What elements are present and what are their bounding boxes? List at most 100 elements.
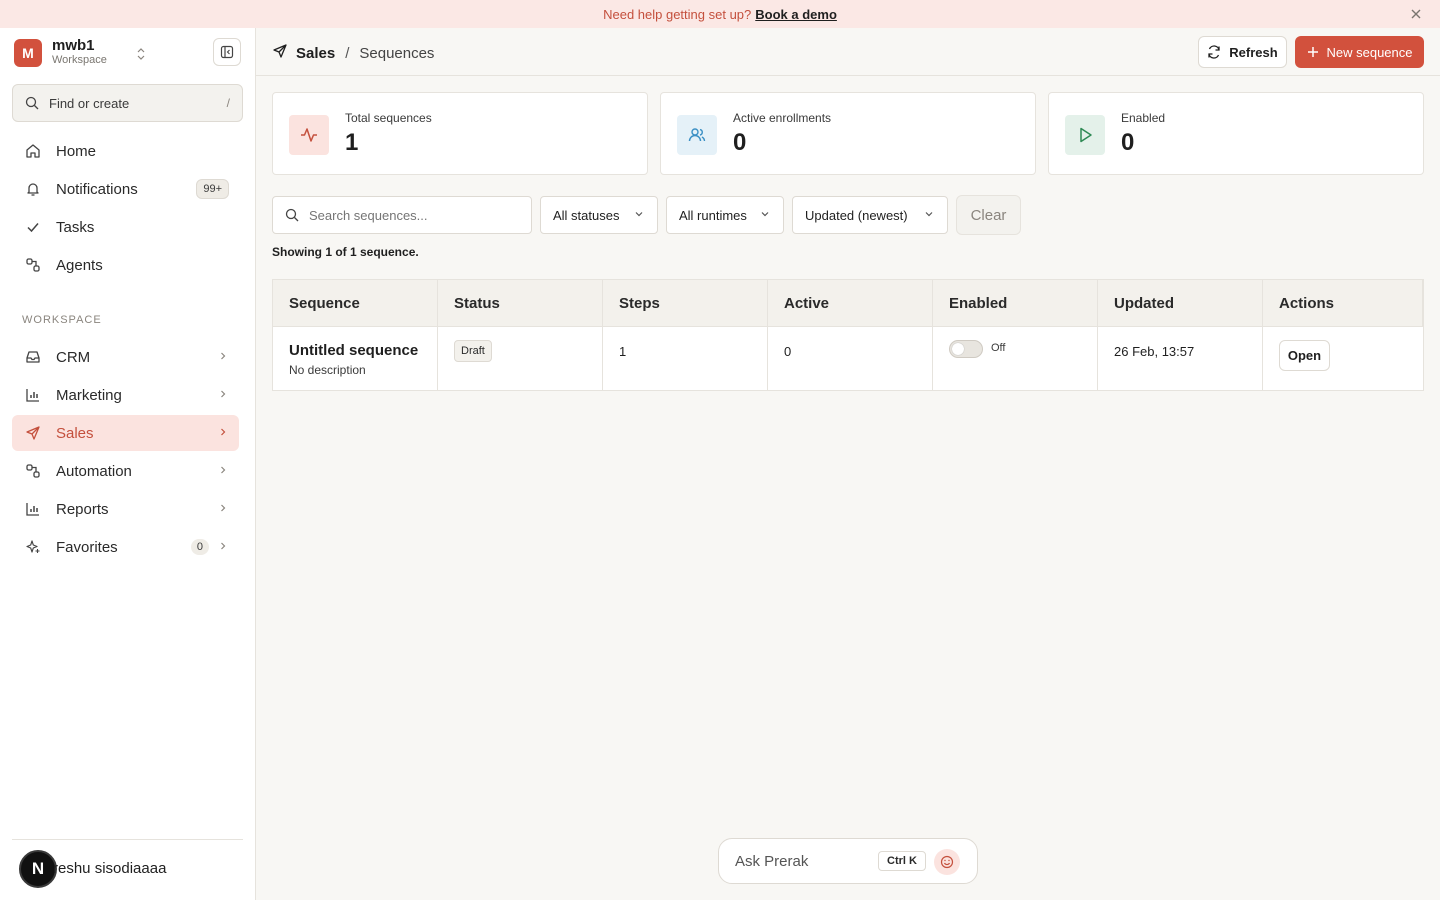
ask-assistant-bar[interactable]: Ask Prerak Ctrl K	[718, 838, 978, 884]
sidebar-item-notifications[interactable]: Notifications 99+	[12, 171, 239, 207]
new-sequence-label: New sequence	[1326, 44, 1413, 60]
sidebar-item-label: Agents	[56, 256, 103, 274]
breadcrumb-sales[interactable]: Sales	[296, 45, 335, 62]
sidebar: M mwb1 Workspace Find or create / Home N…	[0, 28, 256, 900]
search-icon	[285, 208, 299, 222]
sidebar-item-label: CRM	[56, 348, 91, 366]
sidebar-item-label: Marketing	[56, 386, 122, 404]
sidebar-toggle-icon	[220, 45, 234, 59]
chevron-right-icon	[217, 539, 229, 556]
smile-icon[interactable]	[934, 849, 960, 875]
send-icon	[24, 424, 42, 442]
stat-value: 0	[1121, 129, 1135, 156]
sequence-search[interactable]	[272, 196, 532, 234]
enabled-toggle[interactable]	[949, 340, 983, 358]
sort-select[interactable]: Updated (newest)	[792, 196, 948, 234]
updated-cell: 26 Feb, 13:57	[1098, 327, 1263, 390]
sequence-name[interactable]: Untitled sequence	[289, 342, 418, 359]
breadcrumb-separator: /	[345, 44, 350, 62]
workspace-switcher[interactable]: M mwb1 Workspace	[14, 38, 145, 67]
inbox-icon	[24, 348, 42, 366]
refresh-label: Refresh	[1229, 44, 1278, 60]
nav-top: Home Notifications 99+ Tasks Agents	[12, 133, 239, 285]
sequence-description: No description	[289, 363, 366, 377]
sidebar-item-home[interactable]: Home	[12, 133, 239, 169]
status-filter-value: All statuses	[553, 207, 620, 223]
workspace-section-label: WORKSPACE	[22, 314, 102, 326]
stat-value: 0	[733, 129, 747, 156]
stat-active-enrollments: Active enrollments 0	[660, 92, 1036, 175]
results-count: Showing 1 of 1 sequence.	[272, 245, 419, 259]
book-demo-link[interactable]: Book a demo	[755, 7, 837, 22]
sidebar-item-tasks[interactable]: Tasks	[12, 209, 239, 245]
banner-text: Need help getting set up?	[603, 6, 752, 22]
search-icon	[25, 96, 39, 110]
close-icon[interactable]	[1408, 6, 1424, 22]
page-title: Sequences	[359, 44, 435, 62]
stat-label: Enabled	[1121, 111, 1166, 125]
play-icon	[1065, 115, 1105, 155]
chevron-down-icon	[759, 208, 771, 223]
sidebar-item-label: Notifications	[56, 180, 138, 198]
chevron-right-icon	[217, 425, 229, 442]
search-input[interactable]	[309, 207, 509, 223]
refresh-button[interactable]: Refresh	[1198, 36, 1287, 68]
sidebar-item-agents[interactable]: Agents	[12, 247, 239, 283]
stat-value: 1	[345, 129, 359, 156]
bell-icon	[24, 180, 42, 198]
stat-label: Total sequences	[345, 111, 432, 125]
sort-value: Updated (newest)	[805, 207, 908, 223]
column-header[interactable]: Sequence	[273, 280, 438, 327]
users-icon	[677, 115, 717, 155]
active-value: 0	[784, 344, 792, 359]
ask-shortcut: Ctrl K	[878, 851, 926, 871]
reports-icon	[24, 500, 42, 518]
sidebar-item-label: Home	[56, 142, 97, 160]
open-button[interactable]: Open	[1279, 340, 1330, 371]
check-icon	[24, 218, 42, 236]
sidebar-item-label: Tasks	[56, 218, 95, 236]
activity-icon	[289, 115, 329, 155]
sidebar-item-label: Reports	[56, 500, 109, 518]
runtime-filter-value: All runtimes	[679, 207, 747, 223]
runtime-filter[interactable]: All runtimes	[666, 196, 784, 234]
active-cell: 0	[768, 327, 933, 390]
sidebar-item-favorites[interactable]: Favorites 0	[12, 529, 239, 565]
column-header[interactable]: Updated	[1098, 280, 1263, 327]
workflow-icon	[24, 462, 42, 480]
find-or-create-input[interactable]: Find or create /	[12, 84, 243, 122]
sidebar-item-automation[interactable]: Automation	[12, 453, 239, 489]
steps-value: 1	[619, 344, 627, 359]
enabled-label: Off	[991, 342, 1006, 354]
chevron-down-icon	[633, 208, 645, 223]
collapse-sidebar-button[interactable]	[213, 38, 241, 66]
sequences-table: Sequence Status Steps Active Enabled Upd…	[272, 279, 1424, 391]
new-sequence-button[interactable]: New sequence	[1295, 36, 1424, 68]
sidebar-item-reports[interactable]: Reports	[12, 491, 239, 527]
sidebar-item-marketing[interactable]: Marketing	[12, 377, 239, 413]
notifications-badge: 99+	[196, 179, 229, 199]
status-filter[interactable]: All statuses	[540, 196, 658, 234]
user-menu[interactable]: N reshu sisodiaaaa	[12, 839, 243, 897]
sequence-cell: Untitled sequence No description	[273, 327, 438, 390]
sidebar-item-sales[interactable]: Sales	[12, 415, 239, 451]
stat-enabled: Enabled 0	[1048, 92, 1424, 175]
column-header: Actions	[1263, 280, 1423, 327]
sidebar-item-crm[interactable]: CRM	[12, 339, 239, 375]
column-header[interactable]: Status	[438, 280, 603, 327]
status-cell: Draft	[438, 327, 603, 390]
bar-chart-icon	[24, 386, 42, 404]
column-header[interactable]: Steps	[603, 280, 768, 327]
find-label: Find or create	[49, 95, 130, 111]
favorites-count: 0	[190, 539, 209, 555]
clear-filters-button[interactable]: Clear	[956, 195, 1021, 235]
column-header[interactable]: Active	[768, 280, 933, 327]
status-badge: Draft	[454, 340, 492, 362]
column-header[interactable]: Enabled	[933, 280, 1098, 327]
stat-label: Active enrollments	[733, 111, 832, 125]
actions-cell: Open	[1263, 327, 1423, 390]
sparkle-icon	[24, 538, 42, 556]
refresh-icon	[1208, 45, 1220, 59]
setup-banner: Need help getting set up? Book a demo	[0, 0, 1440, 28]
workspace-subtitle: Workspace	[52, 54, 107, 66]
